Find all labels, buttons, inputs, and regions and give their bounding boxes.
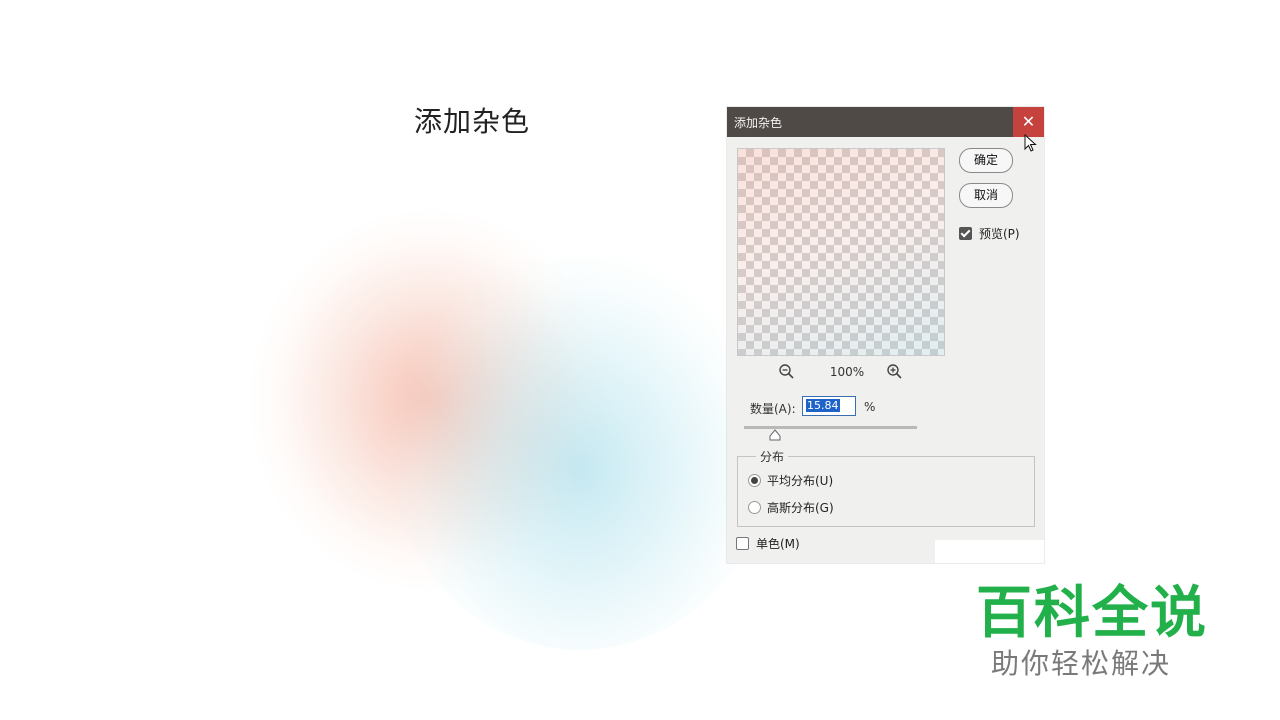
dialog-titlebar[interactable]: 添加杂色 ✕ (727, 107, 1044, 137)
zoom-out-button[interactable] (777, 362, 797, 382)
dialog-occluder (935, 540, 1044, 563)
zoom-controls: 100% (737, 362, 943, 382)
noise-blur-artwork (220, 190, 780, 660)
preview-tint (738, 149, 944, 355)
slider-thumb-icon[interactable] (769, 429, 781, 441)
cancel-button[interactable]: 取消 (959, 183, 1013, 208)
amount-label: 数量(A): (750, 402, 796, 416)
close-icon: ✕ (1021, 112, 1036, 131)
monochrome-label[interactable]: 单色(M) (756, 535, 800, 552)
mouse-cursor-icon (1024, 134, 1037, 152)
slide-title: 添加杂色 (414, 105, 531, 138)
amount-unit: % (864, 400, 876, 414)
distribution-legend: 分布 (756, 448, 789, 465)
ok-button[interactable]: 确定 (959, 148, 1013, 173)
blue-blur-blob (390, 250, 770, 650)
zoom-in-button[interactable] (885, 362, 905, 382)
preview-checkbox[interactable] (959, 227, 972, 240)
filter-preview[interactable] (737, 148, 945, 356)
zoom-out-icon (779, 364, 794, 379)
gaussian-label[interactable]: 高斯分布(G) (767, 499, 834, 516)
zoom-in-icon (887, 364, 902, 379)
add-noise-dialog: 添加杂色 ✕ 100% 确定 取消 预览(P) 数量(A): 15.84 % 分… (727, 107, 1044, 563)
uniform-label[interactable]: 平均分布(U) (767, 472, 833, 489)
brand-slogan: 助你轻松解决 (991, 647, 1172, 680)
amount-input[interactable]: 15.84 (802, 396, 856, 416)
distribution-group: 分布 平均分布(U) 高斯分布(G) (737, 448, 1035, 527)
dialog-title: 添加杂色 (734, 116, 783, 130)
close-button[interactable]: ✕ (1013, 107, 1044, 137)
zoom-level: 100% (829, 365, 865, 379)
brand-logo-text: 百科全说 (976, 581, 1208, 646)
amount-value: 15.84 (806, 399, 840, 412)
gaussian-radio[interactable] (748, 501, 761, 514)
uniform-radio[interactable] (748, 474, 761, 487)
preview-label[interactable]: 预览(P) (979, 225, 1020, 242)
monochrome-checkbox[interactable] (736, 537, 749, 550)
